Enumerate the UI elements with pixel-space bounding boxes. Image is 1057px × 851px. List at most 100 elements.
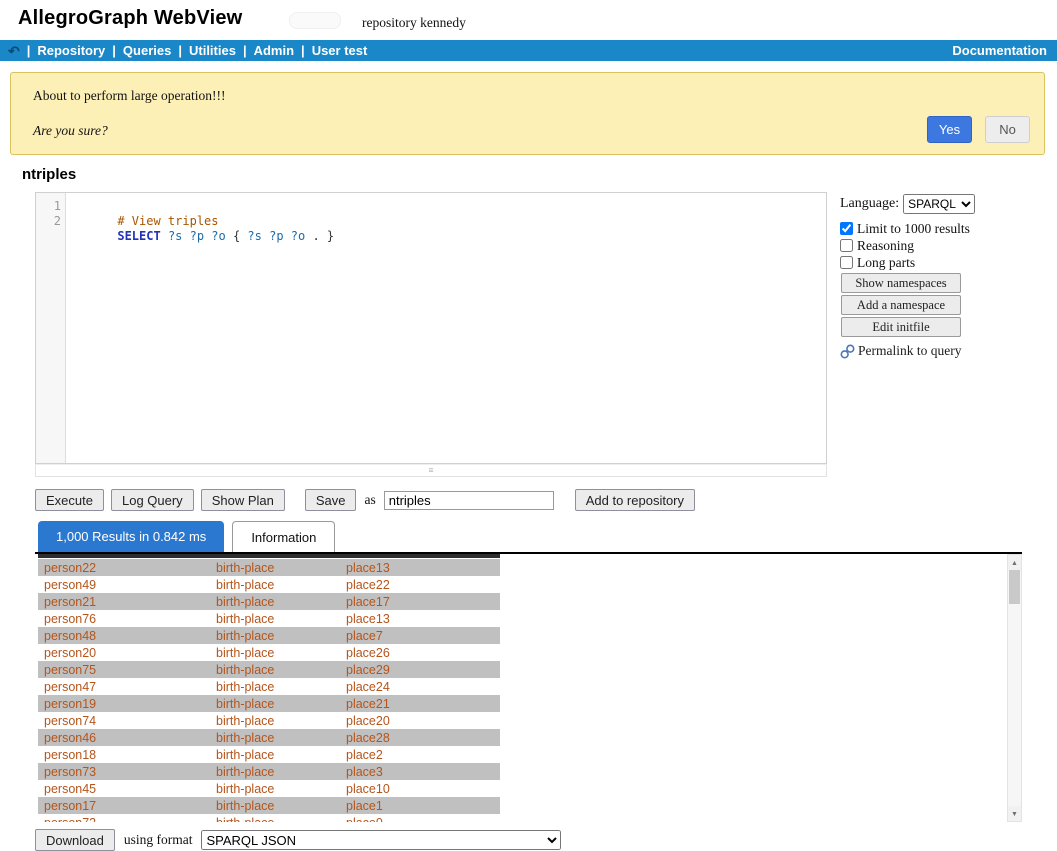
result-value-link[interactable]: birth-place bbox=[216, 731, 274, 745]
code-line: 2SELECT ?s ?p ?o { ?s ?p ?o . } bbox=[36, 214, 826, 229]
nav-item-admin[interactable]: Admin bbox=[254, 43, 294, 58]
log-query-button[interactable]: Log Query bbox=[111, 489, 194, 511]
result-value-link[interactable]: birth-place bbox=[216, 816, 274, 823]
no-button[interactable]: No bbox=[985, 116, 1030, 143]
line-number: 2 bbox=[36, 214, 61, 229]
result-value-link[interactable]: person18 bbox=[44, 748, 96, 762]
result-value-link[interactable]: place10 bbox=[346, 782, 390, 796]
format-select[interactable]: SPARQL JSON bbox=[201, 830, 561, 850]
code-brace: . } bbox=[312, 229, 334, 243]
result-value-link[interactable]: birth-place bbox=[216, 663, 274, 677]
result-value-link[interactable]: place13 bbox=[346, 612, 390, 626]
add-to-repository-button[interactable]: Add to repository bbox=[575, 489, 695, 511]
result-value-link[interactable]: birth-place bbox=[216, 782, 274, 796]
result-value-link[interactable]: place26 bbox=[346, 646, 390, 660]
result-value-link[interactable]: person17 bbox=[44, 799, 96, 813]
result-value-link[interactable]: place21 bbox=[346, 697, 390, 711]
result-value-link[interactable]: place2 bbox=[346, 748, 383, 762]
result-value-link[interactable]: place7 bbox=[346, 629, 383, 643]
tab-information[interactable]: Information bbox=[232, 521, 335, 552]
nav-item-utilities[interactable]: Utilities bbox=[189, 43, 236, 58]
nav-item-documentation[interactable]: Documentation bbox=[952, 43, 1049, 58]
add-namespace-button[interactable]: Add a namespace bbox=[841, 295, 961, 315]
scroll-down-button[interactable]: ▼ bbox=[1008, 806, 1021, 821]
result-value-link[interactable]: place22 bbox=[346, 578, 390, 592]
nav-separator: | bbox=[27, 43, 31, 58]
tab-results[interactable]: 1,000 Results in 0.842 ms bbox=[38, 521, 224, 552]
result-value-link[interactable]: birth-place bbox=[216, 578, 274, 592]
result-value-link[interactable]: person45 bbox=[44, 782, 96, 796]
result-value-link[interactable]: place28 bbox=[346, 731, 390, 745]
result-value-link[interactable]: birth-place bbox=[216, 765, 274, 779]
header: AllegroGraph WebView repository kennedy bbox=[0, 0, 1057, 40]
result-value-link[interactable]: person49 bbox=[44, 578, 96, 592]
result-value-link[interactable]: place0 bbox=[346, 816, 383, 823]
result-value-link[interactable]: birth-place bbox=[216, 595, 274, 609]
result-value-link[interactable]: birth-place bbox=[216, 629, 274, 643]
result-value-link[interactable]: birth-place bbox=[216, 680, 274, 694]
result-value-link[interactable]: birth-place bbox=[216, 714, 274, 728]
long-parts-checkbox[interactable] bbox=[840, 256, 853, 269]
result-value-link[interactable]: person47 bbox=[44, 680, 96, 694]
code-editor[interactable]: 1# View triples 2SELECT ?s ?p ?o { ?s ?p… bbox=[35, 192, 827, 464]
query-toolbar: Execute Log Query Show Plan Save as Add … bbox=[35, 489, 695, 511]
edit-initfile-button[interactable]: Edit initfile bbox=[841, 317, 961, 337]
result-value-link[interactable]: birth-place bbox=[216, 646, 274, 660]
result-value-link[interactable]: person21 bbox=[44, 595, 96, 609]
result-value-link[interactable]: person76 bbox=[44, 612, 96, 626]
result-value-link[interactable]: place29 bbox=[346, 663, 390, 677]
limit-results-checkbox[interactable] bbox=[840, 222, 853, 235]
clipped-row bbox=[38, 554, 500, 558]
result-value-link[interactable]: birth-place bbox=[216, 697, 274, 711]
download-button[interactable]: Download bbox=[35, 829, 115, 851]
scrollbar-thumb[interactable] bbox=[1009, 570, 1020, 604]
yes-button[interactable]: Yes bbox=[927, 116, 972, 143]
results-scrollbar[interactable]: ▲ ▼ bbox=[1007, 554, 1022, 822]
language-select[interactable]: SPARQL bbox=[903, 194, 975, 214]
show-namespaces-button[interactable]: Show namespaces bbox=[841, 273, 961, 293]
result-value-link[interactable]: place24 bbox=[346, 680, 390, 694]
results-tabs: 1,000 Results in 0.842 ms Information bbox=[38, 521, 335, 552]
result-value-link[interactable]: place20 bbox=[346, 714, 390, 728]
nav-item-user-test[interactable]: User test bbox=[312, 43, 368, 58]
result-value-link[interactable]: birth-place bbox=[216, 561, 274, 575]
nav-item-repository[interactable]: Repository bbox=[37, 43, 105, 58]
result-value-link[interactable]: person48 bbox=[44, 629, 96, 643]
scroll-up-button[interactable]: ▲ bbox=[1008, 555, 1021, 570]
reasoning-checkbox[interactable] bbox=[840, 239, 853, 252]
result-value-link[interactable]: person20 bbox=[44, 646, 96, 660]
back-arrow-icon[interactable]: ↶ bbox=[8, 44, 20, 58]
line-number: 1 bbox=[36, 199, 61, 214]
result-value-link[interactable]: person19 bbox=[44, 697, 96, 711]
save-name-input[interactable] bbox=[384, 491, 554, 510]
banner-message: About to perform large operation!!! bbox=[33, 88, 225, 104]
table-row: person72 birth-place place0 bbox=[38, 814, 500, 822]
limit-results-option: Limit to 1000 results bbox=[840, 220, 998, 237]
query-options-panel: Language: SPARQL Limit to 1000 results R… bbox=[840, 194, 998, 359]
banner-buttons: Yes No bbox=[927, 116, 1030, 143]
show-plan-button[interactable]: Show Plan bbox=[201, 489, 285, 511]
result-value-link[interactable]: person74 bbox=[44, 714, 96, 728]
result-value-link[interactable]: place13 bbox=[346, 561, 390, 575]
result-value-link[interactable]: birth-place bbox=[216, 799, 274, 813]
result-value-link[interactable]: person75 bbox=[44, 663, 96, 677]
result-value-link[interactable]: birth-place bbox=[216, 612, 274, 626]
result-value-link[interactable]: place1 bbox=[346, 799, 383, 813]
execute-button[interactable]: Execute bbox=[35, 489, 104, 511]
result-value-link[interactable]: person46 bbox=[44, 731, 96, 745]
result-value-link[interactable]: person22 bbox=[44, 561, 96, 575]
result-value-link[interactable]: place17 bbox=[346, 595, 390, 609]
result-value-link[interactable]: birth-place bbox=[216, 748, 274, 762]
result-value-link[interactable]: person73 bbox=[44, 765, 96, 779]
table-row: person49 birth-place place22 bbox=[38, 576, 500, 593]
editor-resize-handle[interactable]: ≡ bbox=[35, 464, 827, 477]
nav-item-queries[interactable]: Queries bbox=[123, 43, 171, 58]
result-value-link[interactable]: person72 bbox=[44, 816, 96, 823]
nav-separator: | bbox=[301, 43, 305, 58]
result-value-link[interactable]: place3 bbox=[346, 765, 383, 779]
save-button[interactable]: Save bbox=[305, 489, 357, 511]
nav-separator: | bbox=[178, 43, 182, 58]
table-row: person75 birth-place place29 bbox=[38, 661, 500, 678]
permalink-to-query-link[interactable]: Permalink to query bbox=[840, 343, 998, 359]
table-row: person46 birth-place place28 bbox=[38, 729, 500, 746]
